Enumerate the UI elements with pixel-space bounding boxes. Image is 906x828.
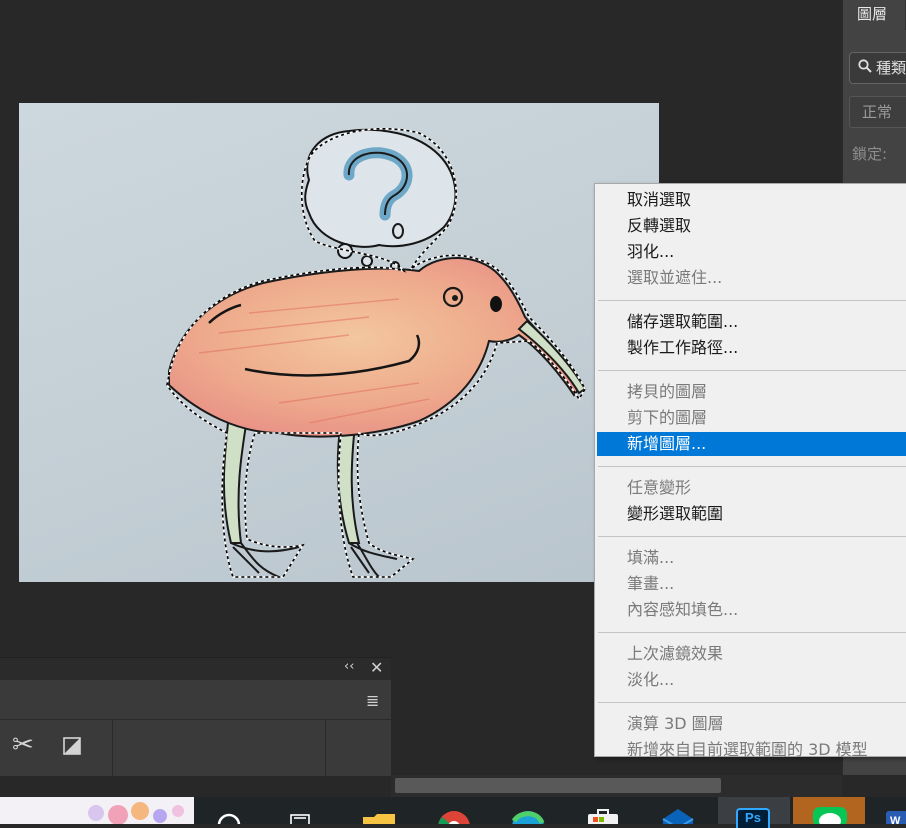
- search-icon: [858, 53, 872, 83]
- horizontal-scrollbar[interactable]: [391, 775, 842, 797]
- layer-filter-search[interactable]: 種類: [849, 52, 906, 84]
- file-explorer-icon[interactable]: [362, 797, 396, 824]
- menu-item[interactable]: 選取並遮住...: [597, 266, 906, 290]
- menu-item[interactable]: 取消選取: [597, 188, 906, 212]
- layer-filter-kind: 種類: [876, 59, 906, 77]
- search-icon[interactable]: [214, 797, 244, 824]
- scrollbar-thumb[interactable]: [395, 778, 721, 793]
- menu-item[interactable]: 剪下的圖層: [597, 406, 906, 430]
- taskbar-line-slot[interactable]: [793, 797, 865, 824]
- bird-drawing: [166, 128, 587, 578]
- menu-item[interactable]: 任意變形: [597, 476, 906, 500]
- menu-item[interactable]: 反轉選取: [597, 214, 906, 238]
- taskbar-photoshop-slot[interactable]: Ps: [718, 797, 790, 828]
- double-chevron-left-icon[interactable]: ‹‹: [344, 659, 354, 674]
- lock-label: 鎖定:: [852, 145, 888, 163]
- menu-item[interactable]: 儲存選取範圍...: [597, 310, 906, 334]
- menu-item[interactable]: 新增圖層...: [597, 432, 906, 456]
- taskbar: Ps W: [0, 797, 906, 828]
- blend-mode-dropdown[interactable]: 正常: [849, 96, 906, 128]
- edge-icon[interactable]: [510, 797, 546, 824]
- close-icon[interactable]: ✕: [370, 658, 383, 677]
- word-icon[interactable]: W: [884, 797, 906, 824]
- menu-item[interactable]: 淡化...: [597, 668, 906, 692]
- menu-item[interactable]: 內容感知填色...: [597, 598, 906, 622]
- menu-item[interactable]: 筆畫...: [597, 572, 906, 596]
- hamburger-menu-icon[interactable]: ≣: [366, 691, 379, 710]
- task-view-icon[interactable]: [285, 797, 315, 824]
- widgets-icon[interactable]: [0, 797, 194, 824]
- properties-panel: ‹‹ ✕ ≣ ✂: [0, 657, 391, 776]
- menu-separator: [598, 536, 906, 537]
- scissors-icon[interactable]: ✂: [12, 732, 34, 758]
- menu-separator: [598, 702, 906, 703]
- menu-item[interactable]: 上次濾鏡效果: [597, 642, 906, 666]
- menu-separator: [598, 300, 906, 301]
- mail-icon[interactable]: [660, 797, 696, 824]
- line-icon: [813, 807, 847, 824]
- chrome-icon[interactable]: [437, 797, 471, 824]
- document-canvas[interactable]: [19, 103, 659, 582]
- menu-item[interactable]: 演算 3D 圖層: [597, 712, 906, 736]
- menu-item[interactable]: 拷貝的圖層: [597, 380, 906, 404]
- menu-separator: [598, 632, 906, 633]
- menu-separator: [598, 370, 906, 371]
- menu-item[interactable]: 變形選取範圍: [597, 502, 906, 526]
- panel-header: [0, 658, 391, 680]
- panel-divider: [112, 720, 113, 776]
- store-icon[interactable]: [585, 797, 621, 824]
- tab-layers[interactable]: 圖層: [843, 0, 905, 30]
- panel-divider: [325, 720, 326, 776]
- menu-item[interactable]: 羽化...: [597, 240, 906, 264]
- mask-icon[interactable]: [63, 737, 81, 755]
- context-menu: 取消選取 反轉選取 羽化... 選取並遮住... 儲存選取範圍... 製作工作路徑... 拷…: [594, 183, 906, 759]
- panel-divider: [0, 719, 391, 720]
- menu-item[interactable]: 填滿...: [597, 546, 906, 570]
- menu-separator: [598, 466, 906, 467]
- menu-item[interactable]: 新增來自目前選取範圍的 3D 模型: [597, 738, 906, 762]
- svg-text:W: W: [890, 815, 901, 824]
- photoshop-icon: Ps: [736, 808, 770, 828]
- menu-item[interactable]: 製作工作路徑...: [597, 336, 906, 360]
